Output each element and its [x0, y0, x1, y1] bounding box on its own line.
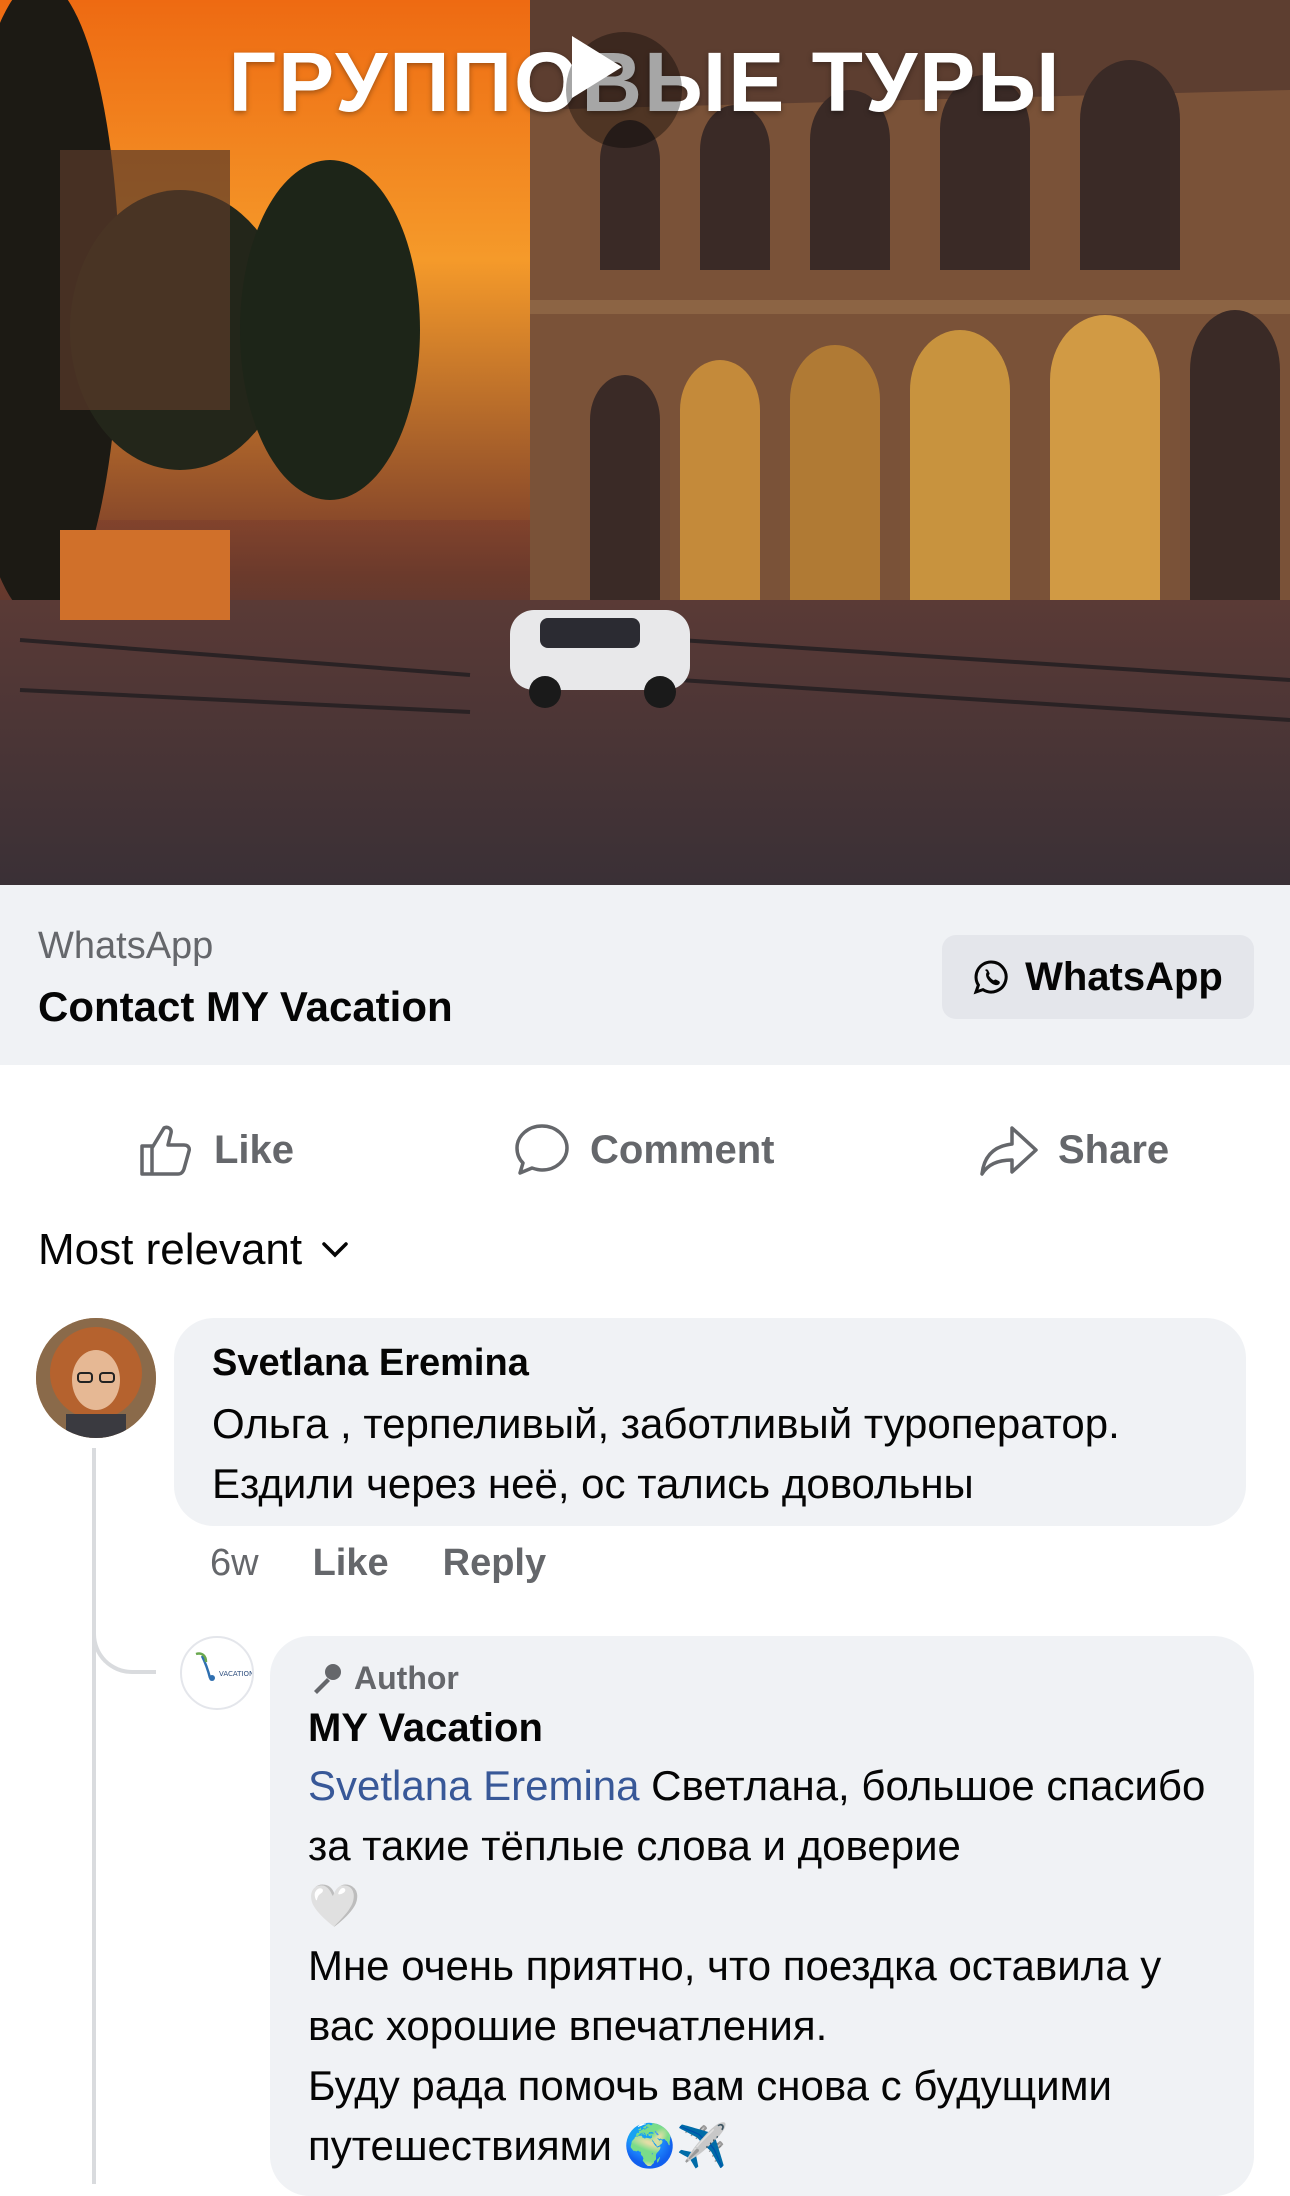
- share-icon: [980, 1126, 1038, 1176]
- share-button[interactable]: Share: [978, 1110, 1169, 1190]
- white-heart-emoji: 🤍: [308, 1882, 361, 1929]
- page-avatar[interactable]: VACATION: [180, 1636, 254, 1710]
- mention-link[interactable]: Svetlana Eremina: [308, 1762, 640, 1809]
- comment-like-button[interactable]: Like: [313, 1542, 389, 1585]
- author-badge-label: Author: [354, 1660, 459, 1696]
- whatsapp-button-label: WhatsApp: [1025, 954, 1223, 999]
- thread-connector: [92, 1590, 156, 1674]
- post-video[interactable]: ГРУППОВЫЕ ТУРЫ: [0, 0, 1290, 885]
- cta-bar: WhatsApp Contact MY Vacation WhatsApp: [0, 885, 1290, 1065]
- avatar[interactable]: [36, 1318, 156, 1438]
- commenter-photo: [36, 1318, 156, 1438]
- sort-label: Most relevant: [38, 1225, 303, 1274]
- logo-text: VACATION: [219, 1670, 252, 1678]
- comment-author[interactable]: Svetlana Eremina: [212, 1342, 529, 1385]
- thread-line: [92, 1448, 96, 2184]
- share-label: Share: [1058, 1127, 1170, 1172]
- comment-button[interactable]: Comment: [512, 1110, 774, 1190]
- cta-title: Contact MY Vacation: [38, 983, 453, 1030]
- post-actions: Like Comment Share: [0, 1110, 1290, 1190]
- comment-text: Ольга , терпеливый, заботливый туроперат…: [212, 1400, 1120, 1507]
- my-vacation-logo: VACATION: [195, 1652, 252, 1681]
- author-badge: Author: [308, 1660, 459, 1697]
- comment-reply-button[interactable]: Reply: [443, 1542, 546, 1585]
- chevron-down-icon: [322, 1242, 348, 1258]
- comment-meta: 6w Like Reply: [210, 1542, 546, 1585]
- globe-plane-emoji: 🌍✈️: [623, 2122, 729, 2169]
- cta-source: WhatsApp: [38, 925, 214, 967]
- play-button[interactable]: [566, 32, 682, 148]
- reply-author[interactable]: MY Vacation: [308, 1706, 543, 1751]
- comment-time[interactable]: 6w: [210, 1542, 259, 1585]
- reply-text-line2: Мне очень приятно, что поездка оставила …: [308, 1942, 1162, 2049]
- whatsapp-button[interactable]: WhatsApp: [942, 935, 1254, 1019]
- comment-label: Comment: [590, 1127, 775, 1172]
- comment-bubble: Svetlana Eremina Ольга , терпеливый, заб…: [174, 1318, 1246, 1526]
- like-button[interactable]: Like: [136, 1110, 294, 1190]
- whatsapp-icon: [973, 960, 1008, 995]
- comment-icon: [515, 1124, 569, 1175]
- reply-text: Svetlana Eremina Светлана, большое спаси…: [308, 1756, 1228, 2176]
- like-label: Like: [214, 1127, 295, 1172]
- microphone-icon: [314, 1663, 341, 1694]
- thumbs-up-icon: [140, 1125, 191, 1176]
- comment-sort-dropdown[interactable]: Most relevant: [38, 1225, 350, 1275]
- reply-bubble: Author MY Vacation Svetlana Eremina Свет…: [270, 1636, 1254, 2196]
- play-icon: [572, 36, 622, 98]
